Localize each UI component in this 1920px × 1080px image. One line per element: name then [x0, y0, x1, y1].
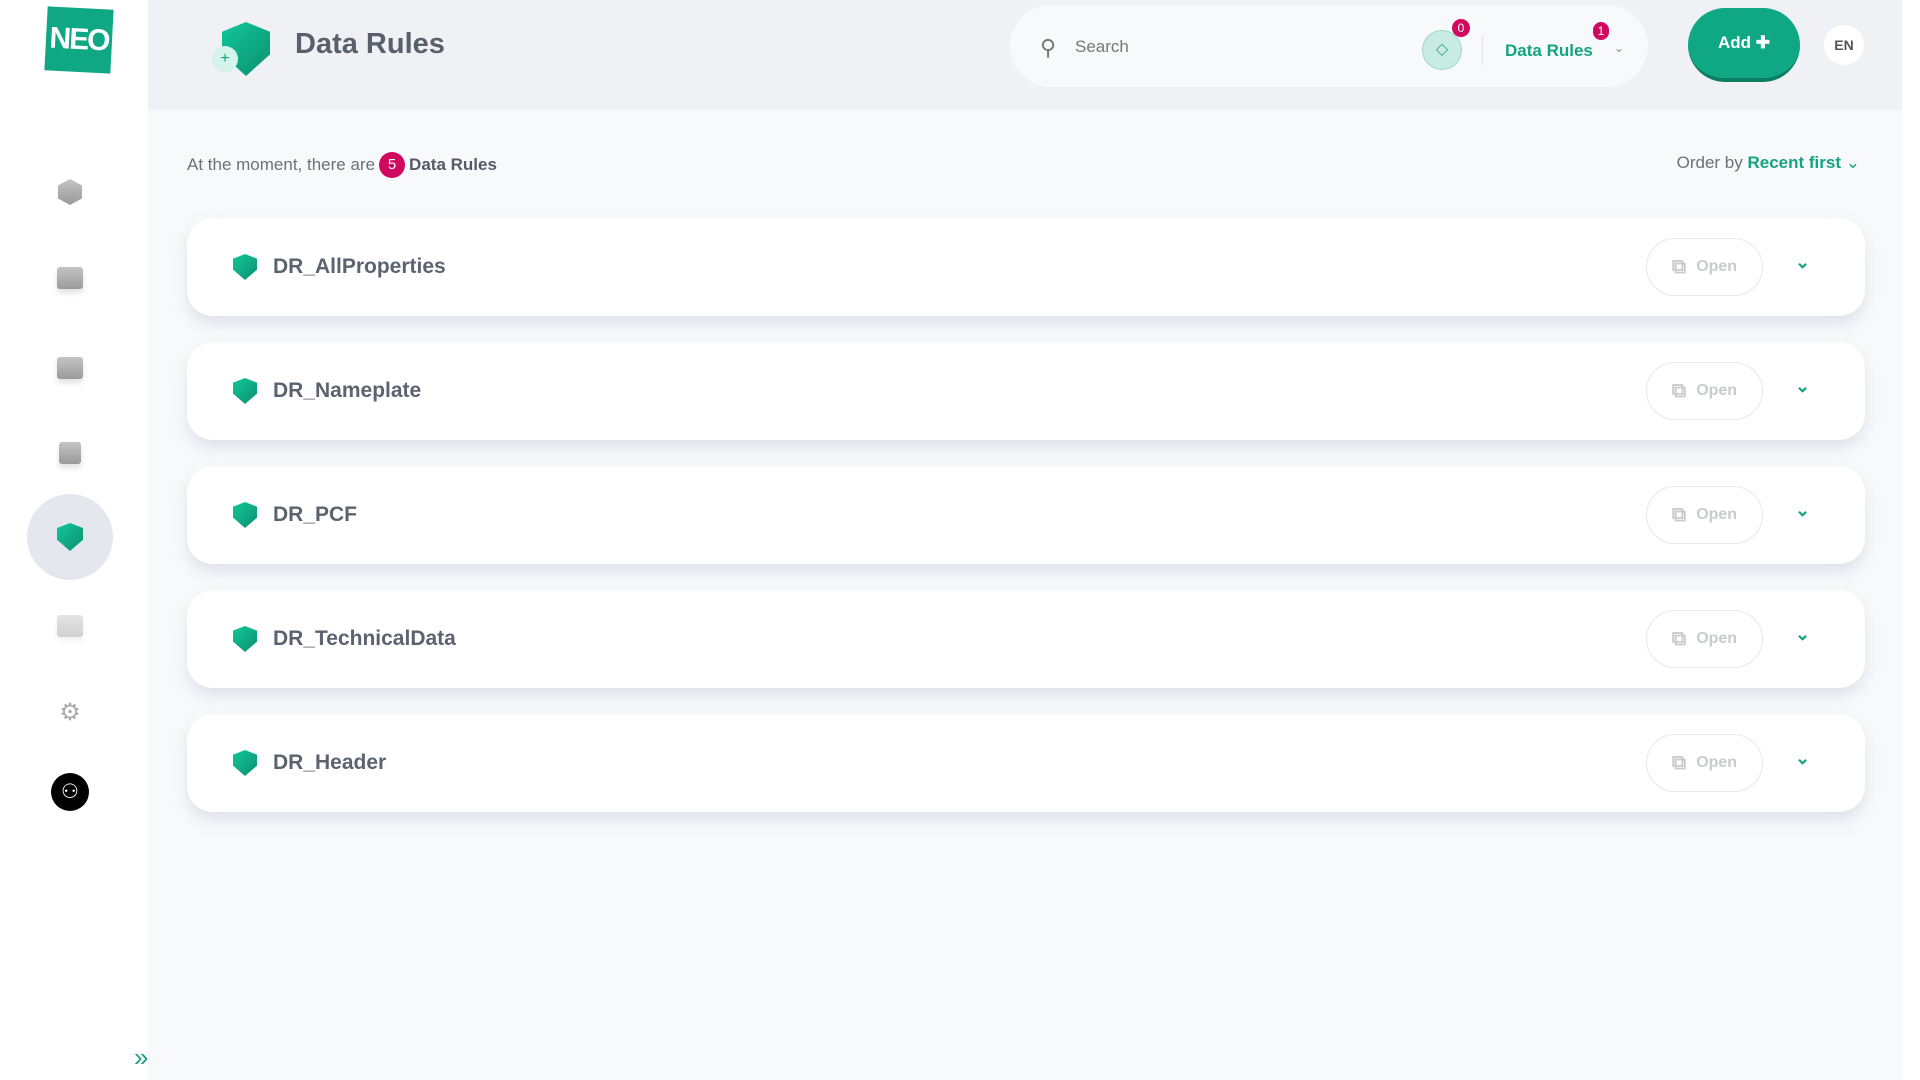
sidebar-item-folders[interactable]	[27, 235, 113, 321]
external-link-icon: ⧉	[1671, 255, 1687, 278]
main-content: + Data Rules ⚲ Search ◇ 0 Data Rules 1 ⌄…	[134, 0, 1902, 1080]
data-rules-shield-icon: +	[212, 22, 270, 76]
shield-icon	[233, 750, 257, 776]
count-suffix: Data Rules	[409, 155, 497, 174]
user-icon: ⚇	[51, 773, 89, 811]
page-title: Data Rules	[295, 28, 445, 60]
header: + Data Rules ⚲ Search ◇ 0 Data Rules 1 ⌄…	[148, 0, 1902, 110]
rule-card[interactable]: DR_TechnicalData ⧉ Open ⌄	[187, 590, 1865, 688]
tag-count-badge: 0	[1452, 19, 1470, 37]
sidebar: NEO ⚙ ⚇	[0, 0, 148, 1080]
edit-icon	[59, 442, 81, 464]
gear-icon: ⚙	[59, 698, 81, 726]
open-button[interactable]: ⧉ Open	[1646, 238, 1763, 296]
open-label: Open	[1696, 382, 1738, 399]
add-button[interactable]: Add ✚	[1688, 8, 1800, 82]
rule-card[interactable]: DR_AllProperties ⧉ Open ⌄	[187, 218, 1865, 316]
sidebar-item-settings[interactable]: ⚙	[27, 669, 113, 755]
expand-sidebar-icon[interactable]: »	[134, 1042, 148, 1073]
document-icon	[57, 615, 83, 637]
rule-card[interactable]: DR_PCF ⧉ Open ⌄	[187, 466, 1865, 564]
chevron-down-icon[interactable]: ⌄	[1795, 376, 1810, 397]
shield-icon	[233, 502, 257, 528]
shield-icon	[233, 626, 257, 652]
shield-icon	[57, 523, 83, 551]
chevron-down-icon[interactable]: ⌄	[1795, 624, 1810, 645]
open-label: Open	[1696, 506, 1738, 523]
tag-icon: ◇	[1435, 41, 1449, 58]
rule-name[interactable]: DR_Nameplate	[273, 379, 421, 403]
open-button[interactable]: ⧉ Open	[1646, 610, 1763, 668]
chevron-down-icon[interactable]: ⌄	[1614, 41, 1624, 55]
external-link-icon: ⧉	[1671, 627, 1687, 650]
chevron-down-icon[interactable]: ⌄	[1795, 748, 1810, 769]
sidebar-item-documents[interactable]	[27, 583, 113, 669]
search-icon: ⚲	[1040, 35, 1057, 60]
order-by-dropdown[interactable]: Order by Recent first ⌄	[1677, 153, 1860, 173]
open-button[interactable]: ⧉ Open	[1646, 734, 1763, 792]
search-bar[interactable]: ⚲ Search ◇ 0 Data Rules 1 ⌄	[1010, 5, 1648, 87]
sidebar-item-edit[interactable]	[27, 410, 113, 496]
shield-icon	[233, 378, 257, 404]
rule-name[interactable]: DR_PCF	[273, 503, 357, 527]
external-link-icon: ⧉	[1671, 379, 1687, 402]
order-label: Order by	[1676, 153, 1743, 172]
language-button[interactable]: EN	[1824, 25, 1864, 65]
open-label: Open	[1696, 258, 1738, 275]
count-badge: 5	[379, 152, 406, 178]
folder-icon	[57, 267, 83, 289]
cube-icon	[58, 179, 82, 205]
external-link-icon: ⧉	[1671, 751, 1687, 774]
rule-name[interactable]: DR_Header	[273, 751, 386, 775]
rule-name[interactable]: DR_TechnicalData	[273, 627, 456, 651]
open-label: Open	[1696, 630, 1738, 647]
neo-logo[interactable]: NEO	[44, 6, 114, 74]
chevron-down-icon[interactable]: ⌄	[1795, 252, 1810, 273]
rules-count-text: At the moment, there are 5 Data Rules	[187, 152, 497, 178]
sidebar-item-data-rules[interactable]	[27, 494, 113, 580]
shield-icon	[233, 254, 257, 280]
open-button[interactable]: ⧉ Open	[1646, 362, 1763, 420]
chevron-down-icon[interactable]: ⌄	[1795, 500, 1810, 521]
sidebar-item-profile[interactable]: ⚇	[27, 749, 113, 835]
sidebar-item-models[interactable]	[27, 149, 113, 235]
rule-card[interactable]: DR_Nameplate ⧉ Open ⌄	[187, 342, 1865, 440]
external-link-icon: ⧉	[1671, 503, 1687, 526]
count-prefix: At the moment, there are	[187, 155, 376, 174]
cards-icon	[57, 357, 83, 379]
chevron-down-icon[interactable]: ⌄	[1846, 153, 1860, 172]
open-button[interactable]: ⧉ Open	[1646, 486, 1763, 544]
context-count-badge: 1	[1593, 22, 1609, 40]
sidebar-item-cards[interactable]	[27, 325, 113, 411]
open-label: Open	[1696, 754, 1738, 771]
rule-name[interactable]: DR_AllProperties	[273, 255, 446, 279]
search-input[interactable]: Search	[1075, 37, 1129, 57]
context-dropdown[interactable]: Data Rules	[1505, 41, 1593, 61]
rule-card[interactable]: DR_Header ⧉ Open ⌄	[187, 714, 1865, 812]
order-value[interactable]: Recent first	[1747, 153, 1841, 172]
divider	[1482, 35, 1483, 65]
